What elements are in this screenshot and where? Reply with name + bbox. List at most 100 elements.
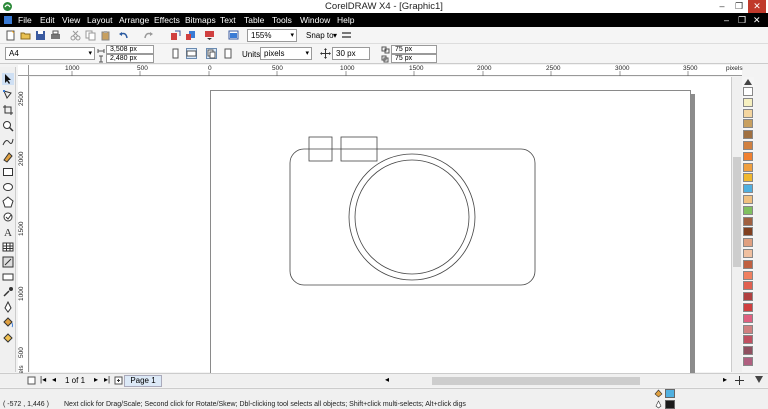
open-folder-icon[interactable] — [20, 30, 31, 41]
ruler-origin[interactable] — [18, 65, 29, 76]
palette-swatch[interactable] — [743, 173, 753, 183]
outline-tool-icon[interactable] — [2, 301, 14, 313]
landscape-orientation-icon[interactable] — [186, 48, 197, 59]
portrait-orientation-icon[interactable] — [170, 48, 181, 59]
menu-bitmaps[interactable]: Bitmaps — [185, 15, 216, 25]
duplicate-distance-x-input[interactable]: 75 px — [391, 45, 437, 54]
zoom-tool-icon[interactable] — [2, 120, 14, 132]
connector-tool-icon[interactable] — [2, 271, 14, 283]
eyedropper-tool-icon[interactable] — [2, 286, 14, 298]
palette-swatch[interactable] — [743, 130, 753, 140]
palette-swatch[interactable] — [743, 141, 753, 150]
menu-layout[interactable]: Layout — [87, 15, 113, 25]
palette-scroll-up-icon[interactable] — [744, 79, 752, 85]
palette-swatch[interactable] — [743, 313, 753, 323]
camera-body-shape[interactable] — [289, 148, 536, 286]
palette-swatch[interactable] — [743, 357, 753, 366]
palette-swatch[interactable] — [743, 195, 753, 204]
last-page-button[interactable]: ▸| — [104, 375, 110, 384]
camera-lens-inner-shape[interactable] — [354, 159, 470, 275]
nudge-distance-input[interactable]: 30 px — [332, 47, 370, 60]
menu-arrange[interactable]: Arrange — [119, 15, 149, 25]
parallel-dimension-tool-icon[interactable] — [2, 256, 14, 268]
menu-edit[interactable]: Edit — [40, 15, 55, 25]
horizontal-scroll-thumb[interactable] — [432, 377, 640, 385]
palette-swatch[interactable] — [743, 270, 753, 280]
copy-icon[interactable] — [85, 30, 96, 41]
palette-swatch[interactable] — [743, 303, 753, 312]
smart-fill-tool-icon[interactable] — [2, 151, 14, 163]
shape-tool-icon[interactable] — [2, 89, 14, 101]
palette-swatch[interactable] — [743, 249, 753, 258]
camera-lens-outer-shape[interactable] — [348, 153, 476, 281]
snap-to-label[interactable]: Snap to — [306, 31, 334, 40]
page-height-input[interactable]: 2,480 px — [106, 54, 154, 63]
interactive-fill-tool-icon[interactable] — [2, 331, 14, 343]
vertical-ruler[interactable]: 2500 2000 1500 1000 500 pixels — [18, 76, 29, 382]
drawing-canvas[interactable] — [30, 77, 742, 375]
export-icon[interactable] — [185, 30, 196, 41]
text-tool-icon[interactable]: A — [2, 226, 14, 238]
save-icon[interactable] — [35, 30, 46, 41]
palette-swatch[interactable] — [743, 87, 753, 96]
previous-page-button[interactable]: ◂ — [52, 375, 56, 384]
camera-drawing[interactable] — [30, 77, 742, 372]
options-icon[interactable] — [341, 30, 352, 41]
menu-view[interactable]: View — [62, 15, 80, 25]
document-menu-icon[interactable] — [3, 15, 13, 25]
fill-color-swatch[interactable] — [665, 389, 675, 398]
snap-to-arrow-icon[interactable]: ▾ — [333, 31, 337, 40]
document-close-button[interactable]: ✕ — [753, 15, 761, 26]
palette-swatch[interactable] — [743, 238, 753, 248]
current-page-icon[interactable] — [222, 48, 233, 59]
menu-window[interactable]: Window — [300, 15, 330, 25]
vertical-scroll-thumb[interactable] — [733, 157, 741, 267]
palette-swatch[interactable] — [743, 119, 753, 129]
palette-swatch[interactable] — [743, 227, 753, 237]
minimize-button[interactable]: – — [713, 0, 731, 13]
paper-size-dropdown[interactable]: A4 ▾ — [5, 47, 95, 60]
page-tab[interactable]: Page 1 — [124, 375, 162, 387]
palette-swatch[interactable] — [743, 292, 753, 302]
palette-swatch[interactable] — [743, 205, 753, 215]
palette-swatch[interactable] — [743, 184, 753, 194]
ellipse-tool-icon[interactable] — [2, 181, 14, 193]
print-icon[interactable] — [50, 30, 61, 41]
cut-icon[interactable] — [70, 30, 81, 41]
restore-button[interactable]: ❐ — [730, 0, 748, 13]
paste-icon[interactable] — [100, 30, 111, 41]
zoom-level-dropdown[interactable]: 155% ▾ — [247, 29, 297, 42]
scroll-left-button[interactable]: ◂ — [385, 375, 389, 384]
menu-tools[interactable]: Tools — [272, 15, 292, 25]
redo-icon[interactable] — [143, 30, 154, 41]
new-document-icon[interactable] — [5, 30, 16, 41]
palette-swatch[interactable] — [743, 216, 753, 226]
menu-file[interactable]: File — [18, 15, 32, 25]
horizontal-ruler[interactable]: 1000 500 0 500 1000 1500 2000 2500 3000 … — [29, 65, 743, 76]
next-page-button[interactable]: ▸ — [94, 375, 98, 384]
outline-color-swatch[interactable] — [665, 400, 675, 409]
units-dropdown[interactable]: pixels ▾ — [260, 47, 312, 60]
palette-scroll-down-icon[interactable] — [755, 376, 763, 383]
rectangle-tool-icon[interactable] — [2, 166, 14, 178]
add-page-icon[interactable] — [114, 376, 123, 385]
freehand-tool-icon[interactable] — [2, 136, 14, 148]
palette-swatch[interactable] — [743, 259, 753, 269]
welcome-screen-icon[interactable] — [228, 30, 239, 41]
navigator-icon[interactable] — [735, 376, 744, 385]
first-page-icon[interactable] — [27, 376, 36, 385]
palette-swatch[interactable] — [743, 108, 753, 118]
menu-text[interactable]: Text — [220, 15, 236, 25]
application-launcher-icon[interactable] — [204, 30, 215, 41]
undo-icon[interactable] — [118, 30, 129, 41]
close-button[interactable]: ✕ — [748, 0, 766, 13]
document-restore-button[interactable]: ❐ — [738, 15, 746, 26]
import-icon[interactable] — [170, 30, 181, 41]
palette-swatch[interactable] — [743, 151, 753, 161]
basic-shapes-tool-icon[interactable] — [2, 211, 14, 223]
first-page-button[interactable]: |◂ — [40, 375, 46, 384]
pick-tool-icon[interactable] — [2, 73, 14, 85]
vertical-scrollbar[interactable] — [731, 77, 742, 372]
table-tool-icon[interactable] — [2, 241, 14, 253]
crop-tool-icon[interactable] — [2, 104, 14, 116]
